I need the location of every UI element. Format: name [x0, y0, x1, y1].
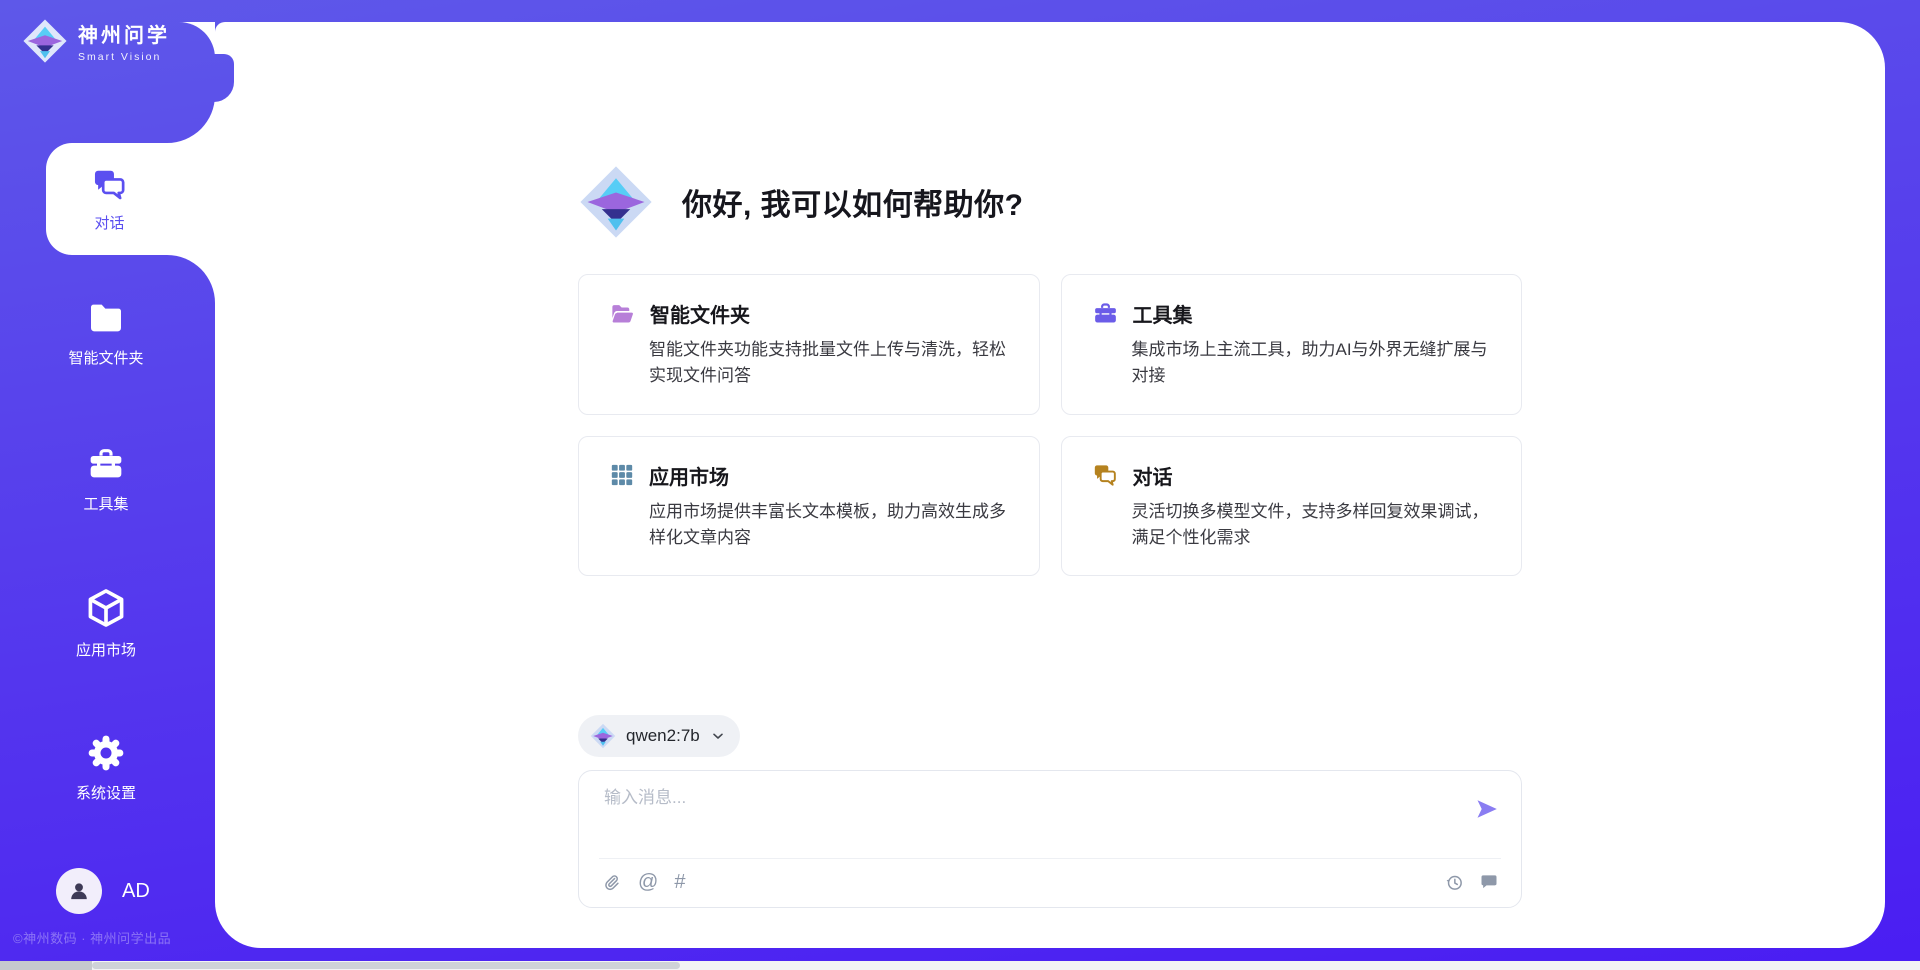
card-title: 工具集 [1133, 299, 1193, 328]
card-smart-folder[interactable]: 智能文件夹 智能文件夹功能支持批量文件上传与清洗，轻松实现文件问答 [578, 274, 1040, 415]
brand-diamond-icon [22, 18, 68, 64]
sidebar-item-label: 对话 [94, 212, 124, 233]
sidebar-item-label: 智能文件夹 [68, 347, 143, 368]
composer-toolbar: @ # [601, 868, 1499, 896]
app-window: 神州问学 Smart Vision 对话 智能文件夹 [0, 0, 1920, 970]
chevron-down-icon [710, 728, 726, 744]
cube-icon [83, 586, 129, 630]
greeting-text: 你好, 我可以如何帮助你? [682, 180, 1024, 224]
mention-icon[interactable]: @ [638, 872, 658, 892]
avatar [56, 868, 102, 914]
scrollbar-corner [0, 961, 92, 970]
model-selector[interactable]: qwen2:7b [578, 715, 740, 757]
main-panel: 你好, 我可以如何帮助你? 智能文件夹 智能文件夹功能支持批量文件上传与清洗，轻… [215, 22, 1885, 948]
sidebar-item-label: 系统设置 [76, 782, 136, 803]
brand-name: 神州问学 [78, 19, 170, 48]
brand-logo: 神州问学 Smart Vision [22, 18, 170, 64]
model-diamond-icon [590, 723, 616, 749]
message-composer: @ # [578, 770, 1522, 908]
card-description: 智能文件夹功能支持批量文件上传与清洗，轻松实现文件问答 [649, 337, 1015, 390]
sidebar-item-smart-folder[interactable]: 智能文件夹 [0, 298, 212, 368]
hashtag-icon[interactable]: # [674, 872, 685, 892]
composer-area: qwen2:7b [578, 715, 1522, 908]
toolbox-icon [85, 444, 127, 484]
model-name: qwen2:7b [626, 726, 700, 746]
panel-shoulder-curve [167, 22, 215, 58]
feature-cards: 智能文件夹 智能文件夹功能支持批量文件上传与清洗，轻松实现文件问答 [578, 274, 1522, 576]
greeting-row: 你好, 我可以如何帮助你? [578, 164, 1522, 240]
card-toolset[interactable]: 工具集 集成市场上主流工具，助力AI与外界无缝扩展与对接 [1061, 274, 1523, 415]
grid-icon [609, 462, 635, 488]
composer-divider [599, 858, 1501, 859]
brand-subtitle: Smart Vision [78, 51, 170, 63]
horizontal-scrollbar [0, 961, 1920, 970]
user-name: AD [122, 880, 150, 903]
user-account[interactable]: AD [56, 868, 150, 914]
sidebar-item-chat[interactable]: 对话 [46, 143, 217, 255]
card-description: 灵活切换多模型文件，支持多样回复效果调试，满足个性化需求 [1132, 499, 1498, 552]
card-chat[interactable]: 对话 灵活切换多模型文件，支持多样回复效果调试，满足个性化需求 [1061, 436, 1523, 577]
send-icon [1475, 797, 1499, 821]
sidebar-item-toolset[interactable]: 工具集 [0, 444, 212, 514]
chat-icon [1092, 462, 1119, 489]
card-title: 智能文件夹 [650, 299, 750, 328]
card-title: 对话 [1133, 461, 1173, 490]
sidebar-item-app-market[interactable]: 应用市场 [0, 586, 212, 660]
message-input[interactable] [602, 787, 1451, 809]
tab-fillet-top [167, 95, 215, 143]
card-description: 集成市场上主流工具，助力AI与外界无缝扩展与对接 [1132, 337, 1498, 390]
assistant-diamond-icon [578, 164, 654, 240]
history-icon[interactable] [1444, 872, 1465, 893]
send-button[interactable] [1475, 797, 1499, 821]
scrollbar-thumb[interactable] [92, 962, 680, 969]
sidebar-item-settings[interactable]: 系统设置 [0, 733, 212, 803]
card-description: 应用市场提供丰富长文本模板，助力高效生成多样化文章内容 [649, 499, 1015, 552]
gear-icon [86, 733, 126, 773]
tab-fillet-bottom [167, 255, 215, 303]
folder-open-icon [609, 300, 636, 327]
sidebar-item-label: 应用市场 [76, 639, 136, 660]
card-title: 应用市场 [649, 461, 729, 490]
chat-icon [90, 166, 130, 204]
folder-icon [85, 298, 127, 338]
chat-bubble-icon[interactable] [1479, 872, 1499, 892]
toolbox-icon [1092, 300, 1119, 327]
person-icon [66, 878, 92, 904]
copyright-text: ©神州数码 · 神州问学出品 [13, 928, 171, 947]
attachment-icon[interactable] [601, 872, 622, 893]
sidebar-item-label: 工具集 [83, 493, 128, 514]
card-app-market[interactable]: 应用市场 应用市场提供丰富长文本模板，助力高效生成多样化文章内容 [578, 436, 1040, 577]
